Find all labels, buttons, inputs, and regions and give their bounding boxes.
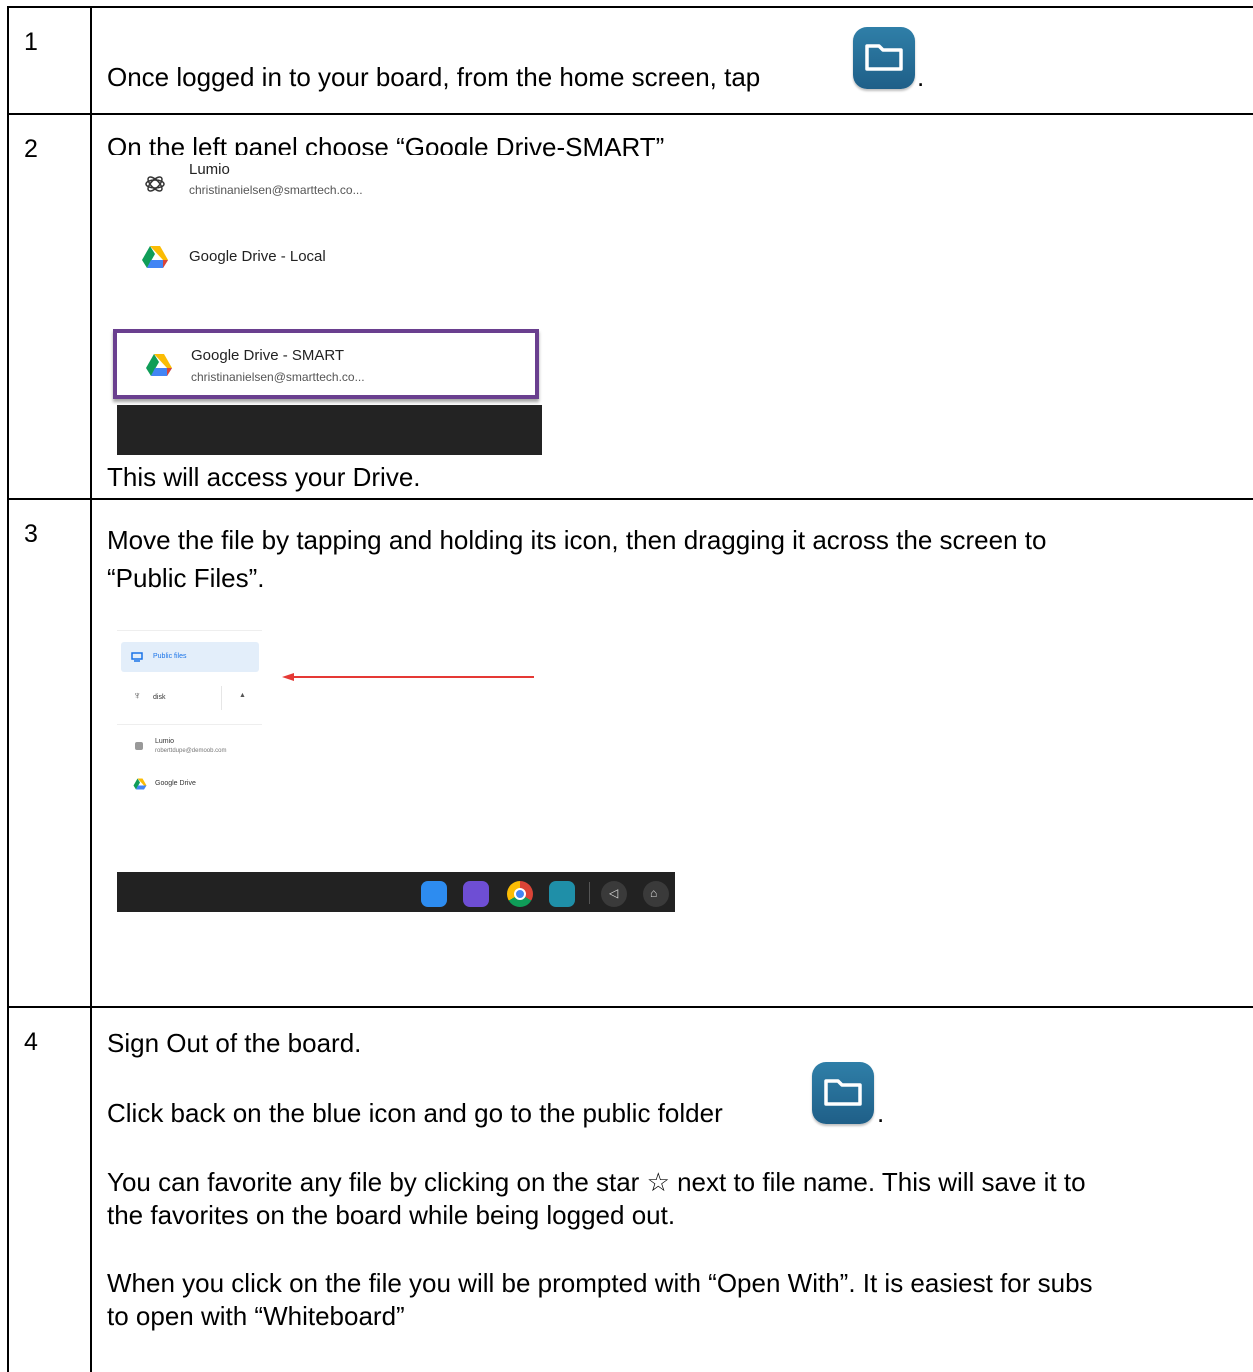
public-files-item[interactable]: Public files bbox=[121, 642, 259, 672]
folder-icon[interactable] bbox=[853, 27, 915, 89]
item-label: Lumio bbox=[155, 738, 175, 745]
step-text: Move the file by tapping and holding its… bbox=[107, 525, 1047, 555]
step-content: Sign Out of the board. Click back on the… bbox=[107, 1008, 1253, 1372]
step-text: Once logged in to your board, from the h… bbox=[107, 62, 761, 92]
step-number-cell: 2 bbox=[9, 115, 92, 498]
dark-footer-bar bbox=[117, 405, 542, 455]
usb-icon: ♆ bbox=[133, 690, 142, 702]
step-text: When you click on the file you will be p… bbox=[107, 1268, 1093, 1298]
account-item-lumio[interactable]: Lumio christinanielsen@smarttech.co... bbox=[111, 155, 541, 225]
step-text: to open with “Whiteboard” bbox=[107, 1301, 405, 1331]
step-content: Move the file by tapping and holding its… bbox=[107, 500, 1253, 1006]
lumio-item[interactable]: Lumio roberttdupe@demoob.com bbox=[121, 734, 261, 764]
step-content: On the left panel choose “Google Drive-S… bbox=[107, 115, 1253, 498]
lumio-app-icon[interactable] bbox=[463, 881, 489, 907]
account-label: Lumio bbox=[189, 161, 230, 178]
google-drive-icon bbox=[133, 778, 147, 790]
table-row: 4 Sign Out of the board. Click back on t… bbox=[9, 1008, 1253, 1372]
table-row: 2 On the left panel choose “Google Drive… bbox=[9, 115, 1253, 500]
account-item-drive-local[interactable]: Google Drive - Local bbox=[111, 235, 541, 295]
google-drive-icon bbox=[146, 354, 172, 376]
table-row: 3 Move the file by tapping and holding i… bbox=[9, 500, 1253, 1008]
step-number: 1 bbox=[24, 28, 38, 56]
eject-icon[interactable]: ▲ bbox=[239, 692, 246, 699]
step-number-cell: 4 bbox=[9, 1008, 92, 1372]
item-email: roberttdupe@demoob.com bbox=[155, 748, 227, 754]
account-email: christinanielsen@smarttech.co... bbox=[191, 370, 365, 384]
step-number: 2 bbox=[24, 135, 38, 163]
whiteboard-icon[interactable] bbox=[421, 881, 447, 907]
chrome-icon[interactable] bbox=[507, 881, 533, 907]
step-text: You can favorite any file by clicking on… bbox=[107, 1167, 1086, 1197]
files-app-screenshot: Public files ♆ disk ▲ Lumio roberttdupe@… bbox=[117, 630, 677, 912]
folder-icon[interactable] bbox=[812, 1062, 874, 1124]
step-text: Click back on the blue icon and go to th… bbox=[107, 1098, 723, 1128]
lumio-icon bbox=[145, 176, 165, 192]
step-number: 3 bbox=[24, 520, 38, 548]
instructions-table: 1 Once logged in to your board, from the… bbox=[7, 6, 1253, 1372]
account-label: Google Drive - SMART bbox=[191, 347, 345, 364]
step-number-cell: 3 bbox=[9, 500, 92, 1006]
step-text-suffix: . bbox=[877, 1098, 885, 1128]
red-arrow bbox=[282, 673, 534, 681]
home-icon[interactable]: ⌂ bbox=[643, 881, 669, 907]
back-icon[interactable]: ◁ bbox=[601, 881, 627, 907]
taskbar: ◁ ⌂ bbox=[117, 872, 675, 912]
google-drive-icon bbox=[142, 246, 168, 268]
item-label: Google Drive bbox=[155, 780, 196, 787]
google-drive-item[interactable]: Google Drive bbox=[121, 772, 261, 796]
step-text-suffix: . bbox=[917, 62, 925, 92]
account-label: Google Drive - Local bbox=[189, 248, 326, 265]
lumio-icon bbox=[135, 742, 143, 750]
item-label: Public files bbox=[153, 653, 187, 660]
table-row: 1 Once logged in to your board, from the… bbox=[9, 8, 1253, 115]
step-text: the favorites on the board while being l… bbox=[107, 1200, 676, 1230]
step-text: “Public Files”. bbox=[107, 563, 265, 593]
step-text: Sign Out of the board. bbox=[107, 1028, 362, 1058]
drive-account-panel: Lumio christinanielsen@smarttech.co... G… bbox=[111, 155, 542, 455]
item-label: disk bbox=[153, 694, 166, 701]
folder-icon[interactable] bbox=[549, 881, 575, 907]
monitor-icon bbox=[131, 652, 143, 662]
step-number-cell: 1 bbox=[9, 8, 92, 113]
account-item-drive-smart[interactable]: Google Drive - SMART christinanielsen@sm… bbox=[113, 329, 539, 399]
step-footer-text: This will access your Drive. bbox=[107, 462, 421, 492]
disk-item[interactable]: ♆ disk ▲ bbox=[121, 686, 261, 710]
account-email: christinanielsen@smarttech.co... bbox=[189, 183, 363, 197]
step-number: 4 bbox=[24, 1028, 38, 1056]
step-content: Once logged in to your board, from the h… bbox=[107, 8, 1253, 113]
